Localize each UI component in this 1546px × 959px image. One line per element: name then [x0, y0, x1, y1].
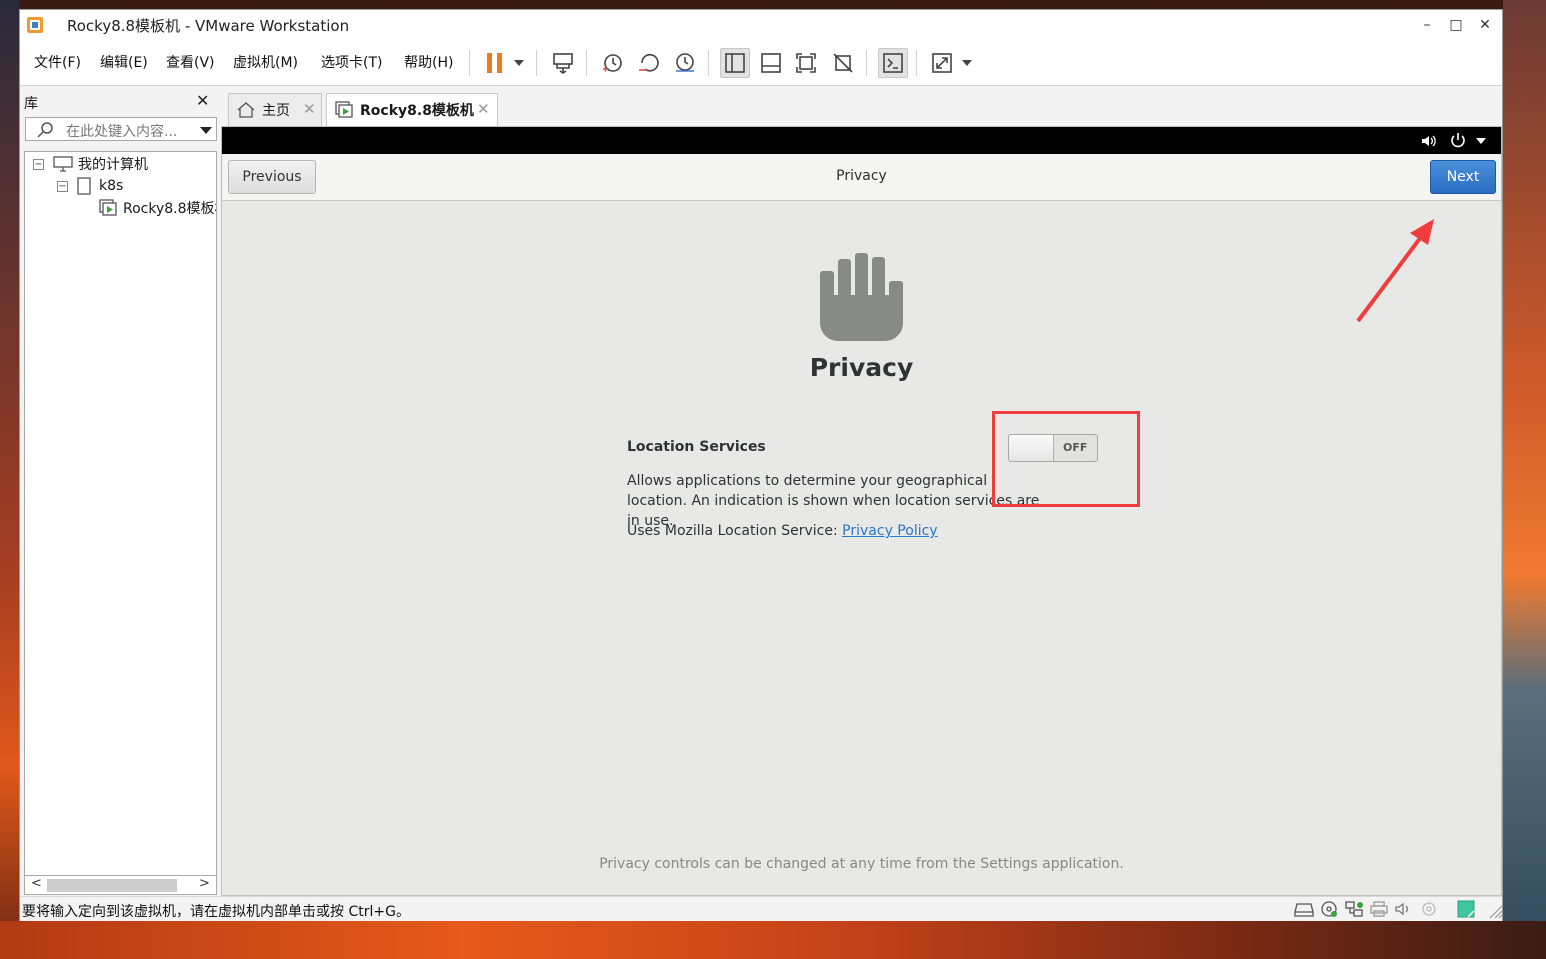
chevron-down-icon[interactable] — [200, 127, 212, 134]
tab-close-icon[interactable]: ✕ — [303, 100, 316, 118]
scrollbar-thumb[interactable] — [47, 879, 177, 892]
pause-dropdown-icon[interactable] — [514, 60, 524, 66]
library-panel: 库 ✕ 在此处键入内容... − 我的计算机 − k8s Rocky8.8模板机 — [20, 86, 220, 896]
next-button[interactable]: Next — [1430, 160, 1496, 194]
title-bar: Rocky8.8模板机 - VMware Workstation – □ ✕ — [20, 10, 1502, 40]
snapshot-icon[interactable] — [597, 48, 627, 78]
menu-help[interactable]: 帮助(H) — [404, 52, 453, 72]
tree-item-label: k8s — [99, 178, 124, 194]
toolbar-separator — [586, 50, 587, 76]
chevron-down-icon[interactable] — [1476, 138, 1486, 144]
vmware-logo-icon — [27, 17, 43, 33]
location-services-description: Allows applications to determine your ge… — [627, 473, 1040, 529]
home-icon — [237, 102, 255, 118]
pause-icon[interactable] — [480, 48, 510, 78]
minimize-button[interactable]: – — [1414, 14, 1440, 36]
volume-icon[interactable] — [1420, 133, 1436, 149]
sound-card-icon[interactable] — [1394, 900, 1414, 918]
tree-item-label: 我的计算机 — [78, 157, 148, 173]
status-message: 要将输入定向到该虚拟机，请在虚拟机内部单击或按 Ctrl+G。 — [22, 904, 410, 920]
usb-device-icon[interactable] — [1419, 900, 1439, 918]
search-icon — [37, 122, 53, 138]
tab-close-icon[interactable]: ✕ — [477, 100, 490, 118]
scroll-left-icon[interactable]: < — [31, 876, 42, 891]
stretch-guest-icon[interactable] — [927, 48, 957, 78]
vm-running-icon — [99, 199, 117, 216]
tab-home[interactable]: 主页 ✕ — [228, 93, 322, 126]
computer-icon — [53, 156, 73, 172]
tab-rocky-vm[interactable]: Rocky8.8模板机 ✕ — [326, 93, 498, 126]
desktop-background-right — [1503, 0, 1546, 959]
message-log-icon[interactable] — [1456, 900, 1476, 918]
tab-bar: 主页 ✕ Rocky8.8模板机 ✕ — [222, 86, 1502, 127]
desktop-background-bottom — [0, 921, 1546, 959]
menu-edit[interactable]: 编辑(E) — [100, 52, 148, 72]
desktop-background-left — [0, 0, 19, 959]
menu-file[interactable]: 文件(F) — [34, 52, 81, 72]
tree-item-label: Rocky8.8模板机 — [123, 201, 216, 217]
library-search-input[interactable]: 在此处键入内容... — [25, 117, 217, 141]
privacy-policy-link[interactable]: Privacy Policy — [842, 523, 937, 539]
hard-disk-icon[interactable] — [1294, 900, 1314, 918]
snapshot-manager-icon[interactable] — [670, 48, 700, 78]
toolbar-separator — [916, 50, 917, 76]
toolbar-separator — [469, 50, 470, 76]
close-button[interactable]: ✕ — [1472, 14, 1498, 36]
vm-running-icon — [335, 101, 353, 118]
collapse-icon[interactable]: − — [33, 158, 44, 170]
tab-label: Rocky8.8模板机 — [360, 103, 474, 119]
tree-item-my-computer[interactable]: − 我的计算机 — [33, 154, 148, 174]
page-heading: Privacy — [809, 353, 914, 382]
tree-item-rocky-vm[interactable]: Rocky8.8模板机 — [99, 198, 216, 218]
toolbar-separator — [866, 50, 867, 76]
library-horizontal-scrollbar[interactable]: < > — [24, 875, 217, 895]
toolbar-separator — [536, 50, 537, 76]
tab-label: 主页 — [262, 103, 290, 119]
scroll-right-icon[interactable]: > — [199, 876, 210, 891]
privacy-hand-icon — [820, 253, 903, 341]
network-adapter-icon[interactable] — [1344, 900, 1364, 918]
tree-item-k8s[interactable]: − k8s — [57, 176, 123, 196]
library-close-button[interactable]: ✕ — [196, 91, 209, 110]
annotation-highlight-box — [992, 411, 1140, 507]
privacy-footer-note: Privacy controls can be changed at any t… — [599, 856, 1124, 872]
send-ctrl-alt-del-icon[interactable] — [548, 48, 578, 78]
stretch-dropdown-icon[interactable] — [962, 60, 972, 66]
show-library-icon[interactable] — [720, 48, 750, 78]
menu-view[interactable]: 查看(V) — [166, 52, 215, 72]
menu-tabs[interactable]: 选项卡(T) — [321, 52, 382, 72]
status-bar: 要将输入定向到该虚拟机，请在虚拟机内部单击或按 Ctrl+G。 — [20, 896, 1504, 921]
toolbar-separator — [708, 50, 709, 76]
console-view-icon[interactable] — [878, 48, 908, 78]
vmware-window: Rocky8.8模板机 - VMware Workstation – □ ✕ 文… — [19, 9, 1503, 921]
library-search-placeholder: 在此处键入内容... — [66, 124, 178, 140]
location-provider-note: Uses Mozilla Location Service: Privacy P… — [627, 523, 938, 539]
location-provider-text: Uses Mozilla Location Service: — [627, 523, 843, 539]
library-tree: − 我的计算机 − k8s Rocky8.8模板机 — [24, 151, 217, 891]
full-screen-icon[interactable] — [791, 48, 821, 78]
power-icon[interactable] — [1450, 132, 1466, 148]
maximize-button[interactable]: □ — [1443, 14, 1469, 36]
menu-vm[interactable]: 虚拟机(M) — [233, 52, 298, 72]
header-title: Privacy — [836, 168, 887, 184]
library-title: 库 — [24, 96, 38, 112]
resize-grip-icon[interactable] — [1484, 900, 1504, 918]
menu-toolbar: 文件(F) 编辑(E) 查看(V) 虚拟机(M) 选项卡(T) 帮助(H) — [20, 40, 1502, 86]
annotation-arrow-icon — [1356, 219, 1434, 323]
setup-header: Previous Privacy Next — [222, 154, 1501, 201]
location-services-label: Location Services — [627, 439, 766, 455]
window-title: Rocky8.8模板机 - VMware Workstation — [67, 17, 350, 35]
guest-top-bar — [222, 127, 1501, 154]
thumbnail-bar-icon[interactable] — [756, 48, 786, 78]
cd-dvd-icon[interactable] — [1319, 900, 1339, 918]
collapse-icon[interactable]: − — [57, 180, 68, 192]
vm-console[interactable]: Previous Privacy Next Privacy Location S… — [221, 126, 1502, 896]
printer-icon[interactable] — [1369, 900, 1389, 918]
folder-icon — [77, 177, 91, 195]
revert-snapshot-icon[interactable] — [634, 48, 664, 78]
unity-icon[interactable] — [828, 48, 858, 78]
